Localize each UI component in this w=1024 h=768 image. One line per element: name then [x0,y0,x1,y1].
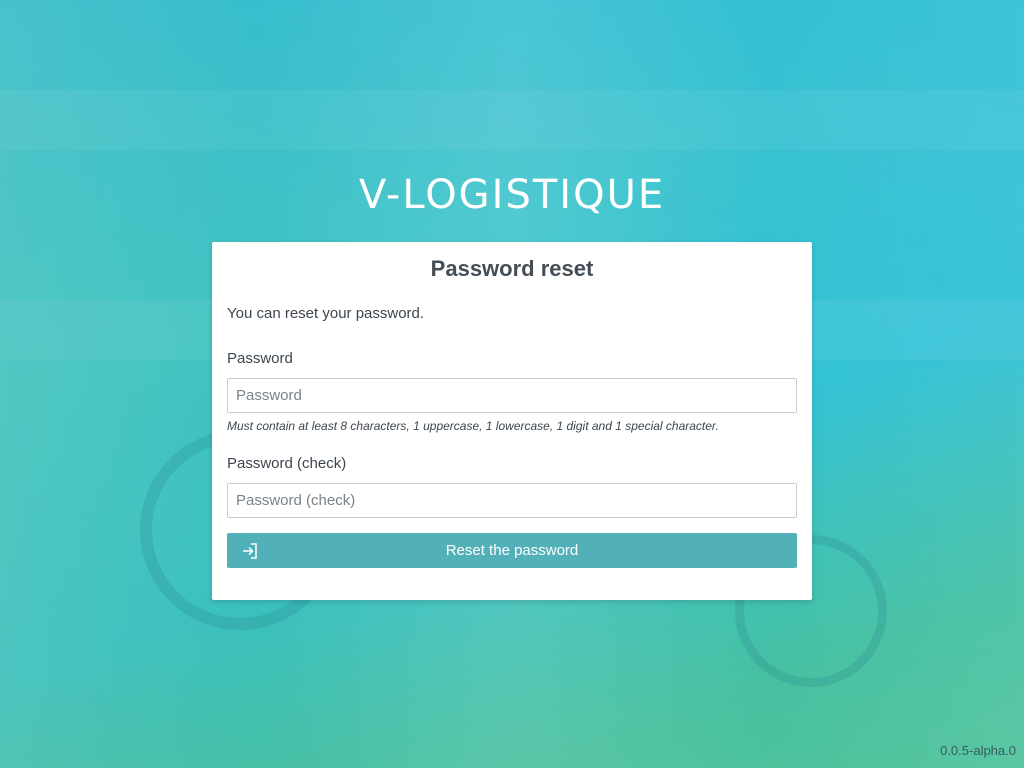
password-hint: Must contain at least 8 characters, 1 up… [227,419,719,433]
login-arrow-icon [243,543,257,559]
password-check-label: Password (check) [227,455,347,472]
intro-text: You can reset your password. [227,305,425,322]
page-title: Password reset [430,256,594,281]
app-version: 0.0.5-alpha.0 [940,743,1016,758]
password-label: Password [227,350,293,367]
brand-logo: V-LOGISTIQUE [358,172,666,218]
reset-password-button-label: Reset the password [445,542,579,559]
password-reset-card: Password reset You can reset your passwo… [212,242,812,600]
background-motion-blur [0,90,1024,150]
password-input[interactable] [227,378,797,413]
reset-password-button[interactable]: Reset the password [227,533,797,568]
password-check-input[interactable] [227,483,797,518]
